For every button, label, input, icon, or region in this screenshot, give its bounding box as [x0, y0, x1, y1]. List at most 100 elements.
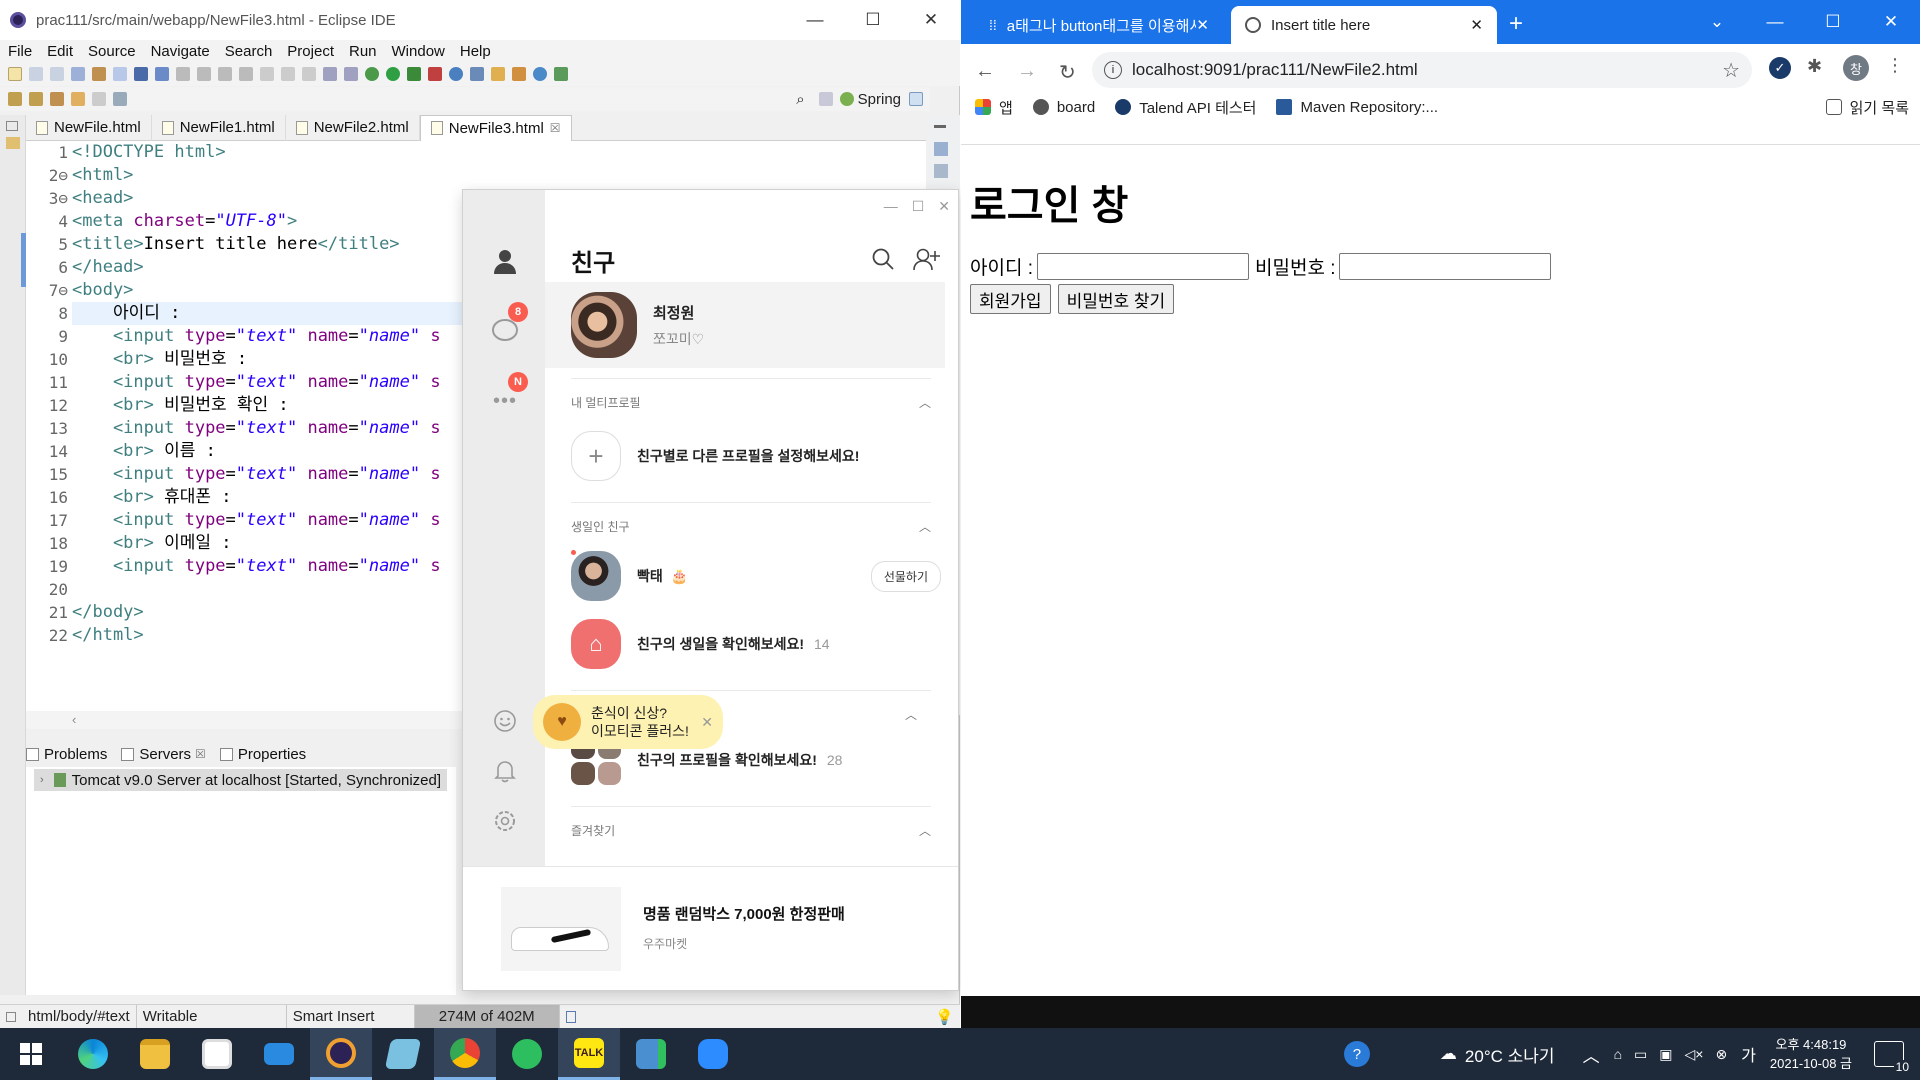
- close-icon[interactable]: ✕: [1862, 0, 1920, 44]
- extension-check-icon[interactable]: ✓: [1769, 57, 1791, 79]
- tool-icon[interactable]: [344, 67, 358, 81]
- panel-tab-problems[interactable]: Problems: [26, 746, 107, 763]
- camera-icon[interactable]: ⌂: [1614, 1046, 1622, 1062]
- menu-item-project[interactable]: Project: [287, 43, 334, 60]
- media-icon[interactable]: [620, 1028, 682, 1080]
- collapse-chevron-icon[interactable]: ︿: [919, 394, 931, 411]
- friend-avatar[interactable]: [571, 551, 621, 601]
- chrome-taskbar-icon[interactable]: [434, 1028, 496, 1080]
- back-icon[interactable]: [71, 92, 85, 106]
- step-return-icon[interactable]: [302, 67, 316, 81]
- minimize-icon[interactable]: —: [786, 0, 844, 40]
- chats-icon[interactable]: 8: [490, 302, 528, 346]
- new-icon[interactable]: [8, 67, 22, 81]
- menu-item-source[interactable]: Source: [88, 43, 136, 60]
- open-folder-icon[interactable]: [491, 67, 505, 81]
- package-explorer-icon[interactable]: [6, 137, 20, 149]
- menu-item-search[interactable]: Search: [225, 43, 273, 60]
- help-icon[interactable]: ?: [1343, 1041, 1370, 1067]
- bell-icon[interactable]: [490, 756, 520, 786]
- add-friend-icon[interactable]: [913, 247, 941, 274]
- stop-icon[interactable]: ⊗: [1715, 1046, 1727, 1063]
- store-icon[interactable]: [186, 1028, 248, 1080]
- spring-perspective-icon[interactable]: [839, 92, 854, 106]
- disconnect-icon[interactable]: [239, 67, 253, 81]
- editor-tab[interactable]: NewFile2.html: [286, 114, 420, 141]
- step-into-icon[interactable]: [260, 67, 274, 81]
- volume-icon[interactable]: ◁×: [1685, 1046, 1704, 1063]
- info-icon[interactable]: i: [1104, 61, 1122, 79]
- search-friends-icon[interactable]: [871, 247, 895, 274]
- maximize-icon[interactable]: ☐: [844, 0, 902, 40]
- birthday-check-row[interactable]: ⌂ 친구의 생일을 확인해보세요! 14: [571, 618, 941, 670]
- signup-button[interactable]: 회원가입: [970, 284, 1051, 314]
- bookmark-star-icon[interactable]: ☆: [1722, 58, 1740, 83]
- terminate-icon[interactable]: [218, 67, 232, 81]
- bookmark-maven[interactable]: Maven Repository:...: [1276, 99, 1438, 116]
- menu-item-run[interactable]: Run: [349, 43, 377, 60]
- extensions-puzzle-icon[interactable]: ✱: [1807, 56, 1822, 77]
- pin-icon[interactable]: [113, 92, 127, 106]
- code-line[interactable]: <html>: [72, 164, 926, 187]
- pen-icon[interactable]: [512, 67, 526, 81]
- birthday-section[interactable]: 생일인 친구 ︿: [571, 518, 931, 535]
- gift-button[interactable]: 선물하기: [870, 560, 941, 592]
- tab-close-icon[interactable]: ✕: [1470, 16, 1483, 34]
- outline-icon[interactable]: [934, 142, 948, 156]
- kakao-maximize-icon[interactable]: ☐: [912, 198, 925, 215]
- coverage-icon[interactable]: [407, 67, 421, 81]
- edge-icon[interactable]: [62, 1028, 124, 1080]
- close-icon[interactable]: ✕: [902, 0, 960, 40]
- show-hidden-icon[interactable]: ︿: [1583, 1042, 1600, 1067]
- perspective-label[interactable]: Spring: [858, 91, 901, 108]
- back-arrow-icon[interactable]: ←: [975, 60, 995, 85]
- last-edit-icon[interactable]: [50, 92, 64, 106]
- clock[interactable]: 오후 4:48:19 2021-10-08 금: [1770, 1035, 1852, 1073]
- horizontal-scrollbar[interactable]: ‹: [26, 711, 466, 729]
- emoticon-icon[interactable]: [490, 706, 520, 736]
- file-explorer-icon[interactable]: [124, 1028, 186, 1080]
- globe-icon[interactable]: [533, 67, 547, 81]
- terminal-icon[interactable]: [134, 67, 148, 81]
- collapse-chevron-icon[interactable]: ︿: [905, 706, 917, 723]
- my-avatar[interactable]: [571, 292, 637, 358]
- favorites-section[interactable]: 즐겨찾기 ︿: [571, 822, 931, 839]
- kakao-close-icon[interactable]: ✕: [938, 198, 950, 215]
- tip-icon[interactable]: 💡: [935, 1008, 954, 1026]
- heap-status[interactable]: 274M of 402M: [414, 1004, 560, 1029]
- save-icon[interactable]: [29, 67, 43, 81]
- debug-icon[interactable]: [365, 67, 379, 81]
- my-profile-row[interactable]: 최정원 쪼꼬미♡: [545, 282, 945, 368]
- menu-item-window[interactable]: Window: [392, 43, 445, 60]
- evernote-icon[interactable]: [496, 1028, 558, 1080]
- ime-indicator[interactable]: 가: [1741, 1042, 1756, 1066]
- mail-icon[interactable]: [248, 1028, 310, 1080]
- ad-banner[interactable]: 명품 랜덤박스 7,000원 한정판매 우주마켓: [463, 866, 958, 990]
- multi-profile-section[interactable]: 내 멀티프로필 ︿: [571, 394, 931, 411]
- notification-center-icon[interactable]: 10: [1874, 1041, 1911, 1074]
- menu-item-help[interactable]: Help: [460, 43, 491, 60]
- external-tools-icon[interactable]: [428, 67, 442, 81]
- prev-annotation-icon[interactable]: [29, 92, 43, 106]
- panel-tab-servers[interactable]: Servers ☒: [121, 746, 206, 763]
- zoom-icon[interactable]: [682, 1028, 744, 1080]
- maximize-icon[interactable]: ☐: [1804, 0, 1862, 44]
- skip-breakpoints-icon[interactable]: [155, 67, 169, 81]
- minimize-icon[interactable]: —: [1746, 0, 1804, 44]
- code-line[interactable]: <!DOCTYPE html>: [72, 141, 926, 164]
- collapse-chevron-icon[interactable]: ︿: [919, 822, 931, 839]
- bookmark-talend[interactable]: Talend API 테스터: [1115, 97, 1256, 118]
- eclipse-taskbar-icon[interactable]: [310, 1028, 372, 1080]
- tab-close-icon[interactable]: ☒: [195, 747, 206, 761]
- reading-list[interactable]: 읽기 목록: [1825, 97, 1909, 118]
- add-profile-icon[interactable]: +: [571, 431, 621, 481]
- tab-inactive[interactable]: ⁞⁞ a태그나 button태그를 이용해서 ✕: [975, 6, 1223, 44]
- minimize-editor-icon[interactable]: [934, 125, 946, 128]
- restore-icon[interactable]: [6, 121, 18, 131]
- suspend-icon[interactable]: [197, 67, 211, 81]
- friends-icon[interactable]: [490, 246, 520, 276]
- start-button[interactable]: [0, 1028, 62, 1080]
- server-row[interactable]: › Tomcat v9.0 Server at localhost [Start…: [34, 769, 448, 791]
- package-icon[interactable]: [92, 67, 106, 81]
- menu-item-file[interactable]: File: [8, 43, 32, 60]
